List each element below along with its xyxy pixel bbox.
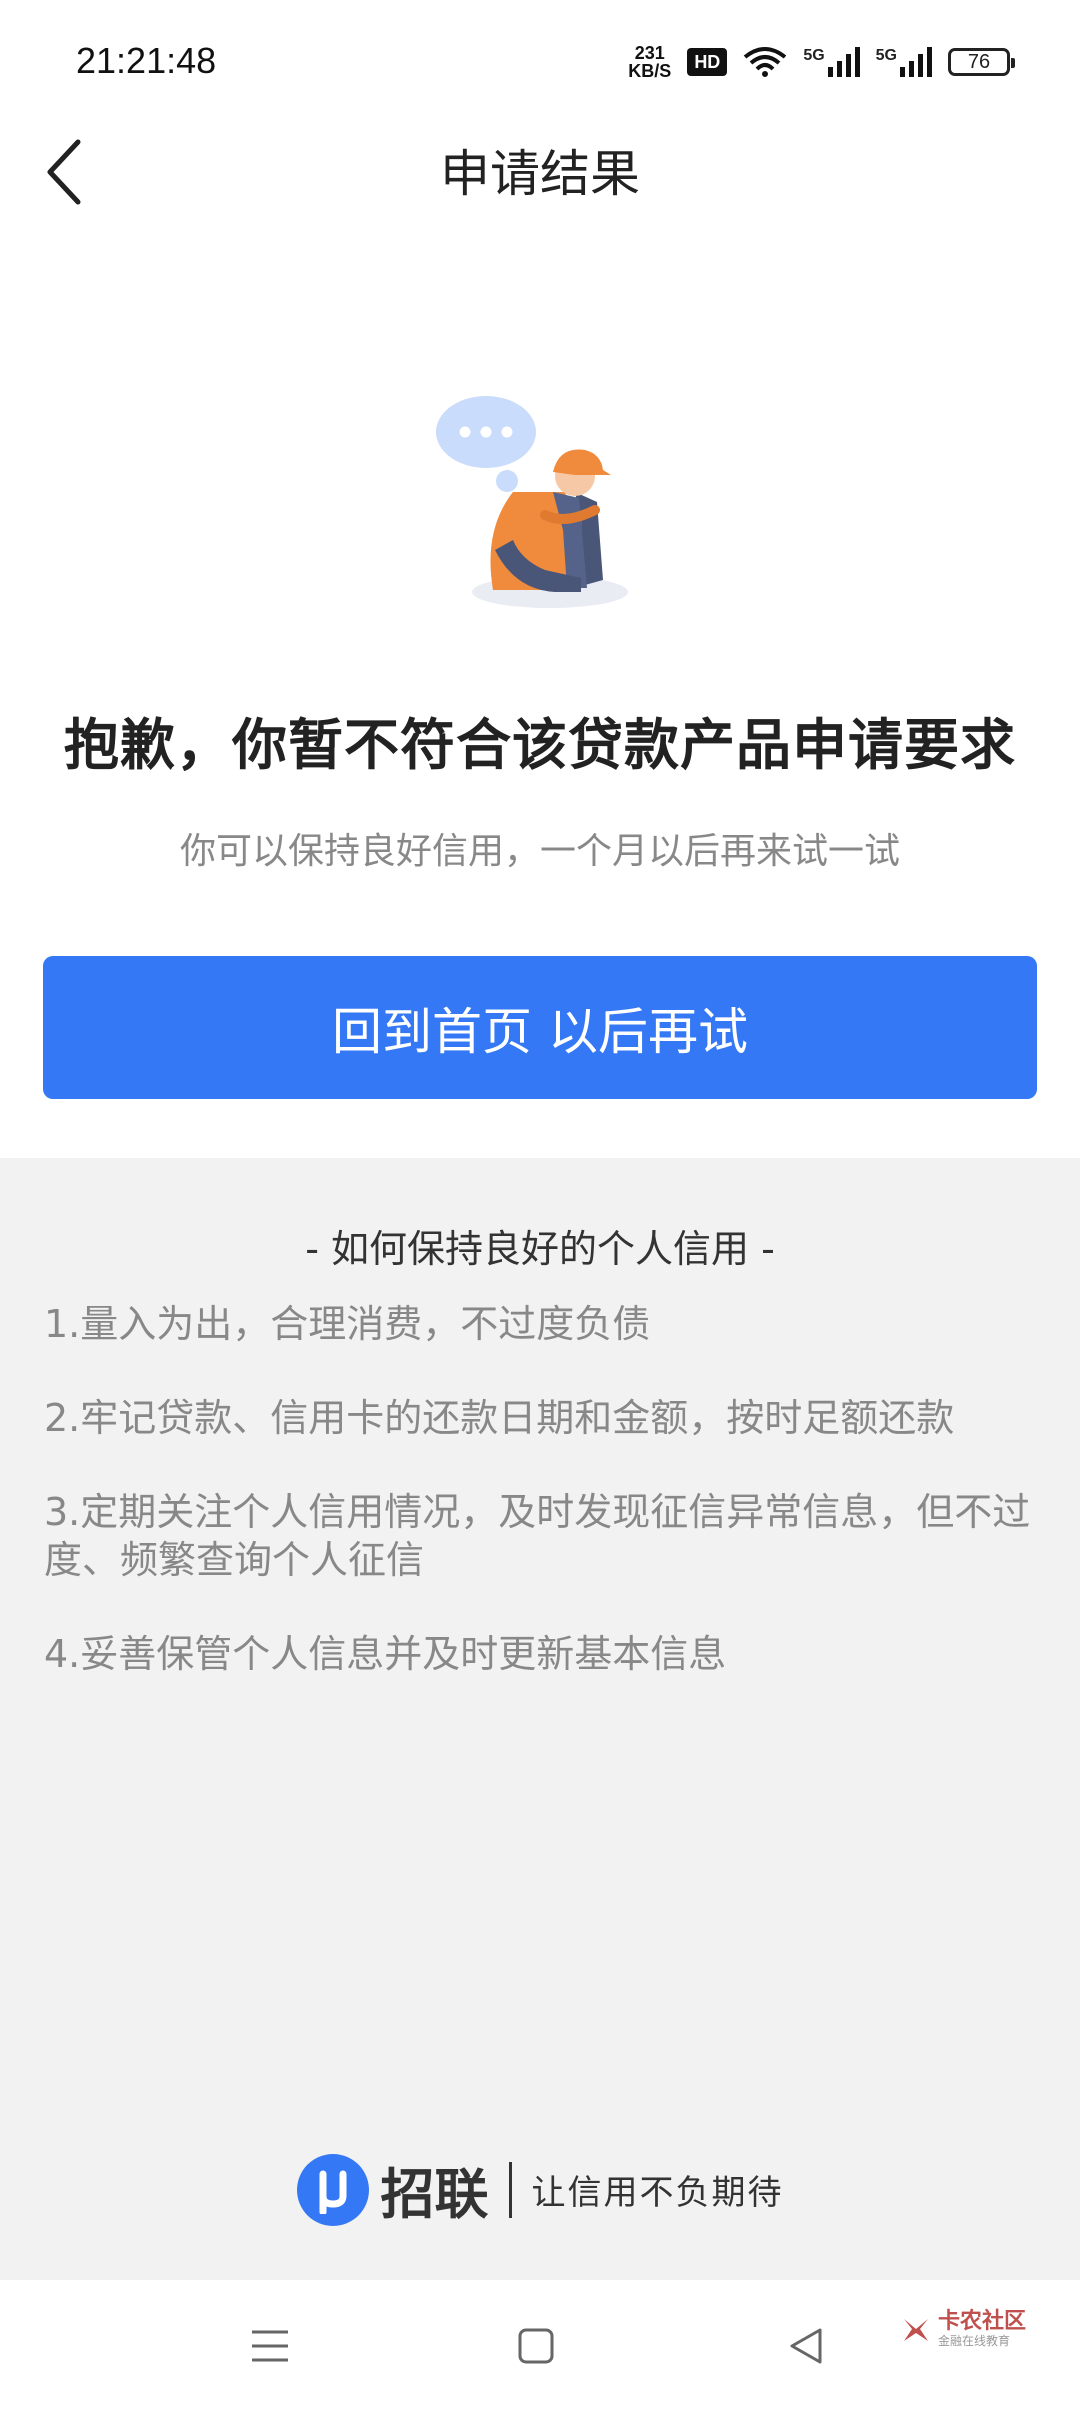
watermark: 卡农社区 金融在线教育 bbox=[900, 2310, 1026, 2348]
brand-divider bbox=[508, 2161, 512, 2218]
result-heading: 抱歉，你暂不符合该贷款产品申请要求 bbox=[63, 713, 1016, 777]
status-bar: 21:21:48 231 KB/S HD 5G 5G 76 bbox=[0, 0, 1080, 124]
tip-item: 4.妥善保管个人信息并及时更新基本信息 bbox=[44, 1632, 727, 1676]
tips-title: - 如何保持良好的个人信用 - bbox=[305, 1227, 775, 1271]
hd-icon: HD bbox=[687, 48, 728, 76]
watermark-logo-icon bbox=[904, 2319, 928, 2341]
u-logo-icon bbox=[296, 2153, 369, 2226]
home-square-icon[interactable] bbox=[506, 2316, 566, 2376]
credit-tips-section: - 如何保持良好的个人信用 - 1.量入为出，合理消费，不过度负债 2.牢记贷款… bbox=[0, 1158, 1080, 2280]
brand-footer: 招联 让信用不负期待 bbox=[0, 2150, 1080, 2229]
signal-5g-icon: 5G bbox=[803, 47, 860, 77]
status-icons: 231 KB/S HD 5G 5G 76 bbox=[628, 38, 1015, 86]
tip-item: 3.定期关注个人信用情况，及时发现征信异常信息，但不过度、频繁查询个人征信 bbox=[44, 1490, 1031, 1582]
battery-icon: 76 bbox=[948, 48, 1015, 76]
tip-item: 1.量入为出，合理消费，不过度负债 bbox=[44, 1302, 651, 1346]
tips-list: 1.量入为出，合理消费，不过度负债 2.牢记贷款、信用卡的还款日期和金额，按时足… bbox=[44, 1300, 1044, 1724]
network-speed: 231 KB/S bbox=[628, 43, 672, 81]
status-time: 21:21:48 bbox=[76, 40, 217, 81]
sad-person-illustration bbox=[436, 396, 628, 608]
result-subtext: 你可以保持良好信用，一个月以后再来试一试 bbox=[179, 831, 900, 872]
nav-bar: 申请结果 bbox=[0, 124, 1080, 216]
back-triangle-icon[interactable] bbox=[776, 2316, 836, 2376]
watermark-subtext: 金融在线教育 bbox=[938, 2334, 1011, 2348]
menu-icon[interactable] bbox=[240, 2316, 300, 2376]
watermark-text: 卡农社区 bbox=[938, 2309, 1027, 2334]
page-title: 申请结果 bbox=[440, 145, 640, 203]
wifi-icon bbox=[744, 47, 787, 77]
brand-slogan: 让信用不负期待 bbox=[531, 2173, 784, 2213]
back-home-button[interactable]: 回到首页 以后再试 bbox=[43, 956, 1037, 1099]
signal-5g-icon-2: 5G bbox=[876, 47, 932, 77]
tip-item: 2.牢记贷款、信用卡的还款日期和金额，按时足额还款 bbox=[44, 1396, 955, 1440]
brand-name: 招联 bbox=[380, 2163, 489, 2226]
